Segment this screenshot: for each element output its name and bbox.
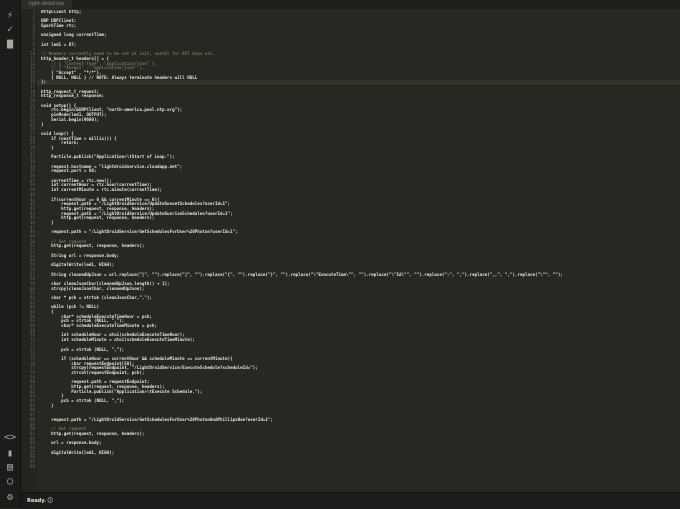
console-icon[interactable]: ◯	[4, 476, 16, 488]
code-icon[interactable]: <>	[4, 432, 16, 444]
code-editor[interactable]: 1 2 3 4 5 6 7 8 9 10 11 12 13 14 15 16 17 18 19 20 21 22 23 24 2…	[21, 10, 680, 492]
line-number: 98	[29, 463, 35, 469]
file-tab[interactable]: light-droid.ino	[21, 0, 72, 9]
library-icon[interactable]: ▮	[4, 448, 16, 460]
flash-icon[interactable]: ⚡	[4, 10, 16, 22]
gear-icon[interactable]: ⚙	[4, 492, 16, 504]
status-bar: Ready. ⓘ	[21, 492, 680, 509]
document-icon[interactable]: ▤	[4, 462, 16, 474]
line-number-gutter: 1 2 3 4 5 6 7 8 9 10 11 12 13 14 15 16 17 18 19 20 21 22 23 24 2…	[21, 10, 37, 492]
code-area[interactable]: HttpClient http; UDP UDPClient; SparkTime …	[37, 10, 680, 492]
code-line[interactable]	[37, 465, 680, 470]
folder-icon[interactable]: ▆	[4, 38, 16, 50]
status-text: Ready. ⓘ	[27, 498, 53, 504]
sidebar: ⚡ ✓ ▆ <> ▮ ▤ ◯ ⚙	[0, 0, 21, 508]
tab-bar: light-droid.ino	[21, 0, 680, 9]
check-circle-icon[interactable]: ✓	[4, 24, 16, 36]
